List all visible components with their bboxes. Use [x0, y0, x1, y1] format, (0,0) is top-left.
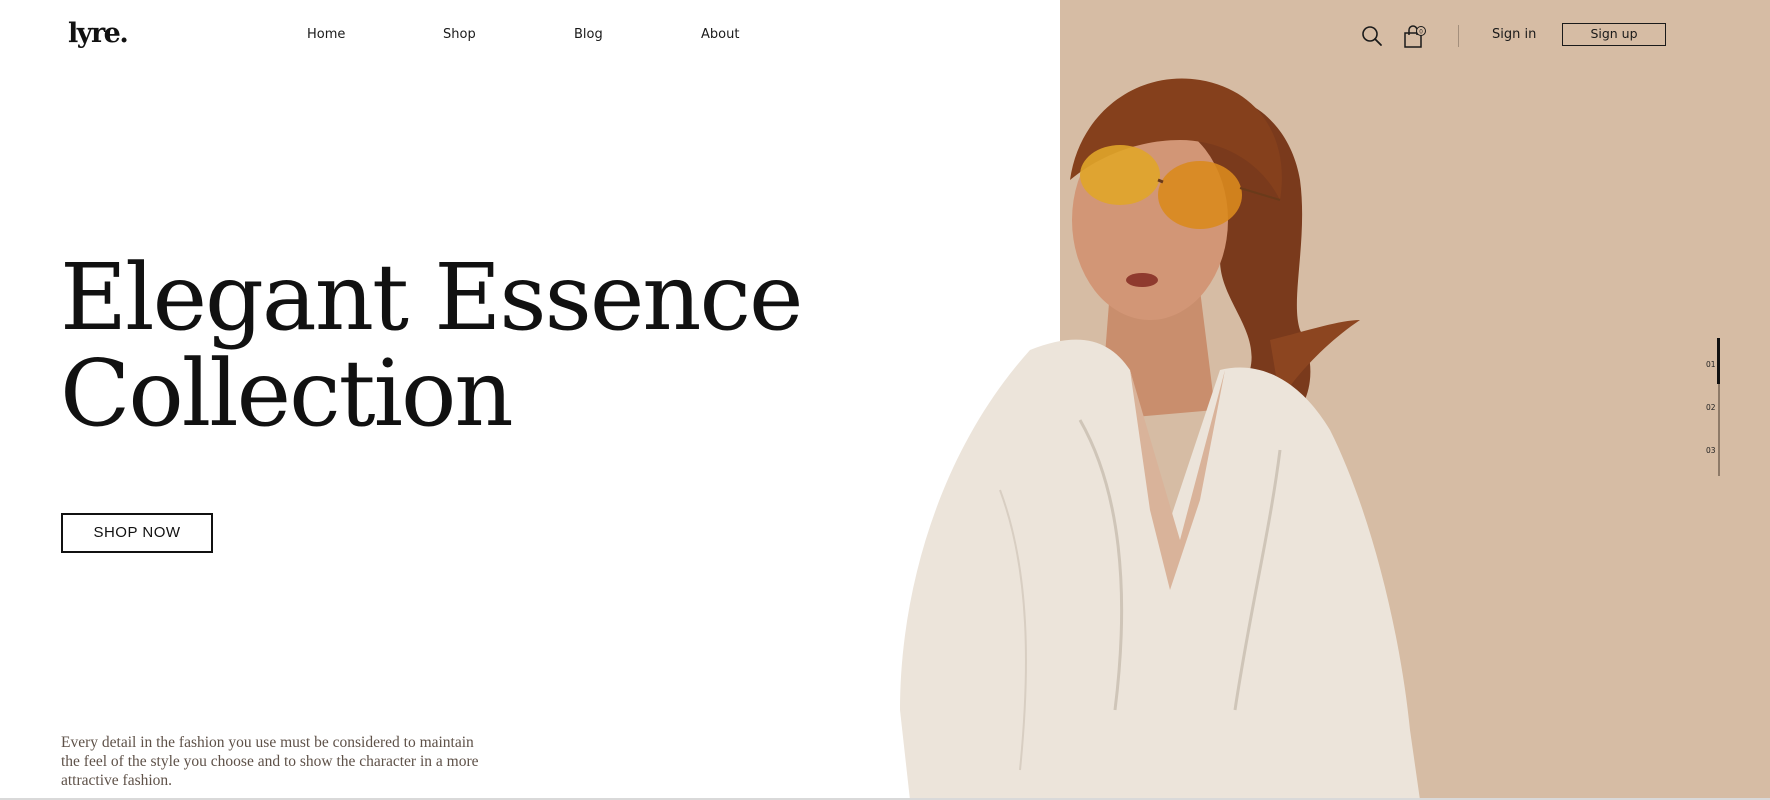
- nav-home[interactable]: Home: [307, 27, 345, 42]
- search-icon[interactable]: [1360, 24, 1384, 48]
- sign-in-link[interactable]: Sign in: [1492, 27, 1536, 42]
- shopping-bag-icon[interactable]: 0: [1402, 24, 1426, 48]
- slide-indicator-02[interactable]: 02: [1706, 403, 1716, 412]
- model-image: [900, 78, 1420, 800]
- sign-up-button[interactable]: Sign up: [1562, 23, 1666, 46]
- brand-logo[interactable]: lyre.: [68, 18, 129, 49]
- slide-progress-active: [1717, 338, 1720, 384]
- hero-title-line2: Collection: [60, 340, 514, 447]
- slide-indicator-03[interactable]: 03: [1706, 446, 1716, 455]
- shop-now-button[interactable]: SHOP NOW: [61, 513, 213, 553]
- hero-description: Every detail in the fashion you use must…: [61, 734, 479, 789]
- hero-title-line1: Elegant Essence: [60, 244, 803, 351]
- slide-indicator-01[interactable]: 01: [1706, 360, 1716, 369]
- nav-about[interactable]: About: [701, 27, 739, 42]
- nav-shop[interactable]: Shop: [443, 27, 476, 42]
- hero-title: Elegant Essence Collection: [60, 250, 803, 442]
- header-divider: [1458, 25, 1459, 47]
- nav-blog[interactable]: Blog: [574, 27, 603, 42]
